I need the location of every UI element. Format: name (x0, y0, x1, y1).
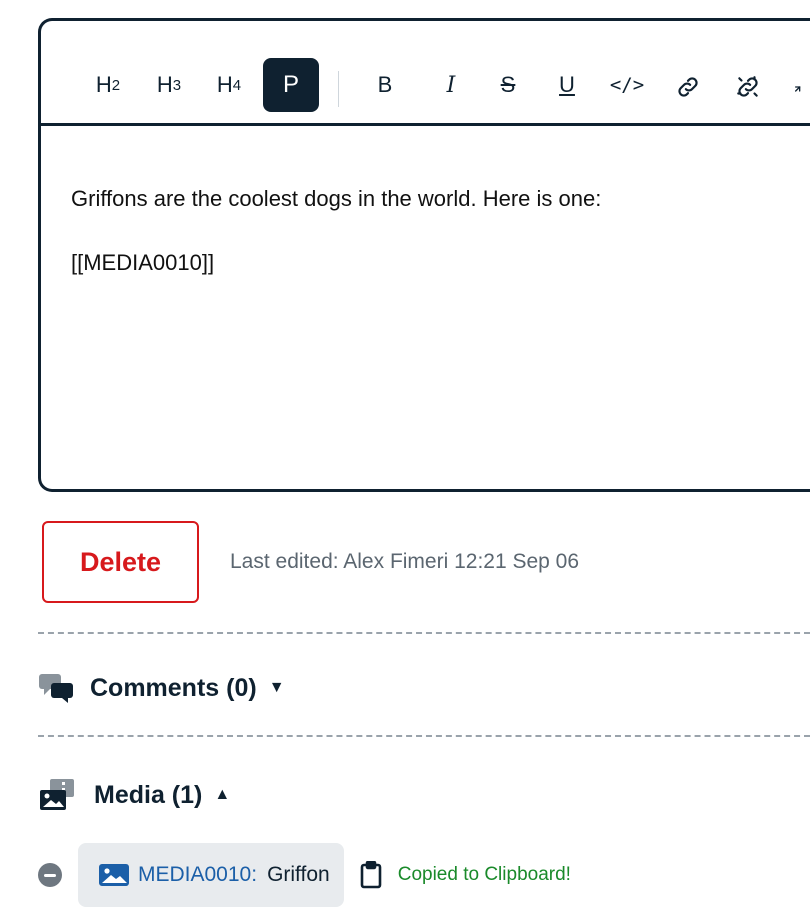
rich-text-editor: H2 H3 H4 P B I S U </> Griffons are the … (38, 18, 810, 492)
chevron-down-icon: ▼ (268, 679, 285, 696)
bold-button[interactable]: B (372, 58, 398, 112)
heading-2-button[interactable]: H2 (91, 58, 125, 112)
editor-paragraph: Griffons are the coolest dogs in the wor… (71, 186, 602, 211)
heading-2-label: H (95, 72, 112, 97)
section-divider (38, 735, 810, 737)
heading-4-button[interactable]: H4 (212, 58, 246, 112)
media-item-row: MEDIA0010: Griffon Copied to Clipboard! (38, 843, 571, 907)
unlink-icon[interactable] (733, 73, 763, 101)
copied-status-text: Copied to Clipboard! (397, 864, 571, 885)
image-icon (98, 863, 130, 887)
media-gallery-icon (38, 778, 76, 812)
italic-button[interactable]: I (438, 58, 464, 112)
underline-button[interactable]: U (554, 58, 580, 112)
heading-3-level: 3 (172, 76, 182, 94)
media-chip[interactable]: MEDIA0010: Griffon (78, 843, 344, 907)
clipboard-icon[interactable] (360, 861, 382, 889)
code-button[interactable]: </> (605, 58, 649, 112)
comments-label: Comments (0) (90, 673, 257, 702)
editor-content[interactable]: Griffons are the coolest dogs in the wor… (71, 181, 601, 309)
heading-3-button[interactable]: H3 (152, 58, 186, 112)
link-icon[interactable] (673, 73, 703, 101)
paragraph-button[interactable]: P (263, 58, 319, 112)
comments-icon (38, 672, 76, 704)
section-divider (38, 632, 810, 634)
media-label: Media (1) (94, 780, 203, 809)
more-tools-icon[interactable] (793, 73, 809, 101)
heading-3-label: H (156, 72, 173, 97)
heading-4-label: H (216, 72, 233, 97)
editor-paragraph: [[MEDIA0010]] (71, 250, 215, 275)
remove-icon[interactable] (38, 863, 62, 887)
chevron-up-icon: ▲ (214, 786, 231, 803)
comments-toggle[interactable]: Comments (0) ▼ (38, 668, 285, 708)
last-edited-text: Last edited: Alex Fimeri 12:21 Sep 06 (230, 550, 580, 573)
media-name: Griffon (267, 863, 330, 886)
media-id: MEDIA0010: (138, 863, 258, 886)
copied-status: Copied to Clipboard! (360, 861, 571, 889)
heading-4-level: 4 (232, 76, 242, 94)
delete-button[interactable]: Delete (42, 521, 199, 603)
media-toggle[interactable]: Media (1) ▲ (38, 775, 230, 815)
heading-2-level: 2 (111, 76, 121, 94)
strikethrough-button[interactable]: S (495, 58, 521, 112)
editor-toolbar: H2 H3 H4 P B I S U </> (41, 21, 810, 126)
toolbar-divider (338, 71, 339, 107)
